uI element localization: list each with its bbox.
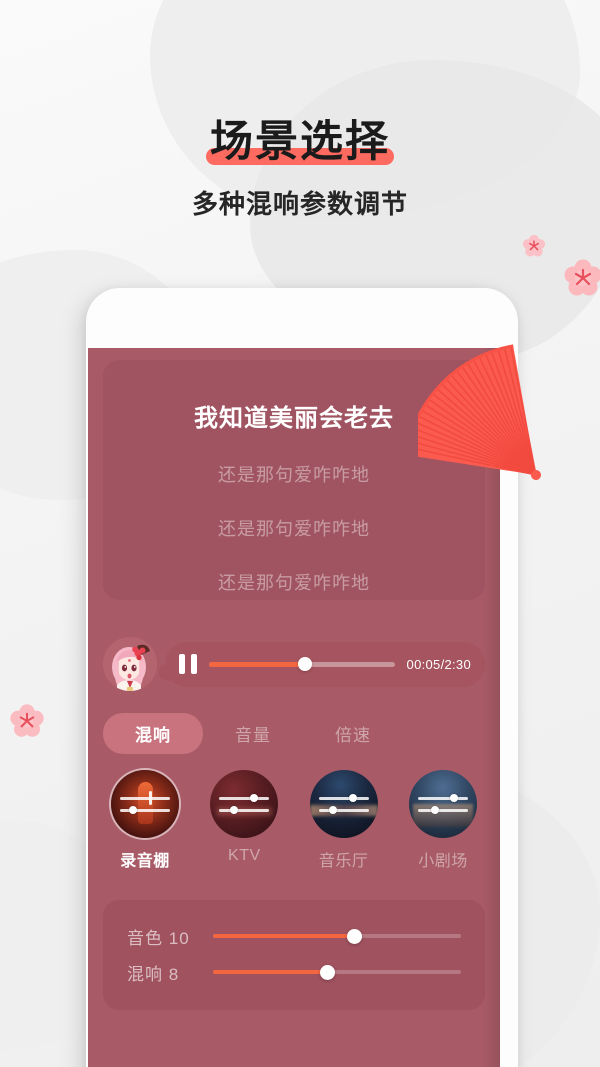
reverb-slider[interactable] [213,964,461,980]
equalizer-icon [111,770,179,838]
plum-blossom-icon [9,703,45,739]
scene-label: 音乐厅 [318,853,369,870]
header: 场景选择 多种混响参数调节 [0,118,600,221]
lyric-line-next: 还是那句爱咋咋地 [218,573,370,593]
tone-slider[interactable] [213,928,461,944]
reverb-slider-fill [213,970,328,974]
avatar[interactable] [103,637,157,691]
time-label: 00:05/2:30 [406,656,471,672]
scene-thumbnail [309,770,378,838]
param-row-reverb: 混响 8 [127,954,461,990]
pause-bar-right [191,654,197,674]
page-title-text: 场景选择 [210,118,390,166]
param-label-reverb: 混响 8 [127,964,180,984]
param-row-tone: 音色 10 [127,918,461,954]
scene-label: 小剧场 [418,853,468,870]
equalizer-icon [409,770,477,838]
anime-girl-avatar-icon [103,637,157,691]
player-bar: 00:05/2:30 [165,641,485,687]
reverb-slider-thumb[interactable] [319,964,335,980]
pause-bar-left [179,654,185,674]
param-sliders-panel: 音色 10 混响 8 [103,900,485,1010]
lyric-line-next: 还是那句爱咋咋地 [218,519,370,539]
scene-thumbnail [210,770,279,838]
page-title: 场景选择 [206,118,394,167]
pause-icon[interactable] [179,654,197,674]
folding-fan-icon [404,305,578,480]
tab-speed[interactable]: 倍速 [303,713,403,754]
progress-slider[interactable] [209,657,395,671]
progress-thumb[interactable] [298,657,313,671]
page-subtitle: 多种混响参数调节 [191,189,408,220]
plum-blossom-icon [522,234,546,258]
equalizer-icon [210,770,278,838]
scene-item-concert-hall[interactable]: 音乐厅 [302,770,386,871]
tone-slider-thumb[interactable] [346,928,362,944]
effect-tabs: 混响 音量 倍速 [103,713,485,754]
scene-list: 录音棚 KTV 音乐厅 小剧场 [103,770,485,871]
progress-fill [209,661,306,667]
param-label-tone: 音色 10 [127,928,190,948]
scene-item-ktv[interactable]: KTV [202,770,286,871]
scene-label: 录音棚 [120,853,170,870]
tab-volume[interactable]: 音量 [203,713,303,754]
player-row: 00:05/2:30 [103,636,485,692]
plum-blossom-icon [563,258,600,298]
scene-label: KTV [228,847,261,864]
scene-thumbnail [408,770,477,838]
tone-slider-fill [213,934,355,938]
scene-item-studio[interactable]: 录音棚 [103,770,187,871]
equalizer-icon [310,770,378,838]
tab-reverb[interactable]: 混响 [103,713,203,754]
scene-thumbnail [111,770,179,838]
scene-item-small-theater[interactable]: 小剧场 [401,770,485,871]
